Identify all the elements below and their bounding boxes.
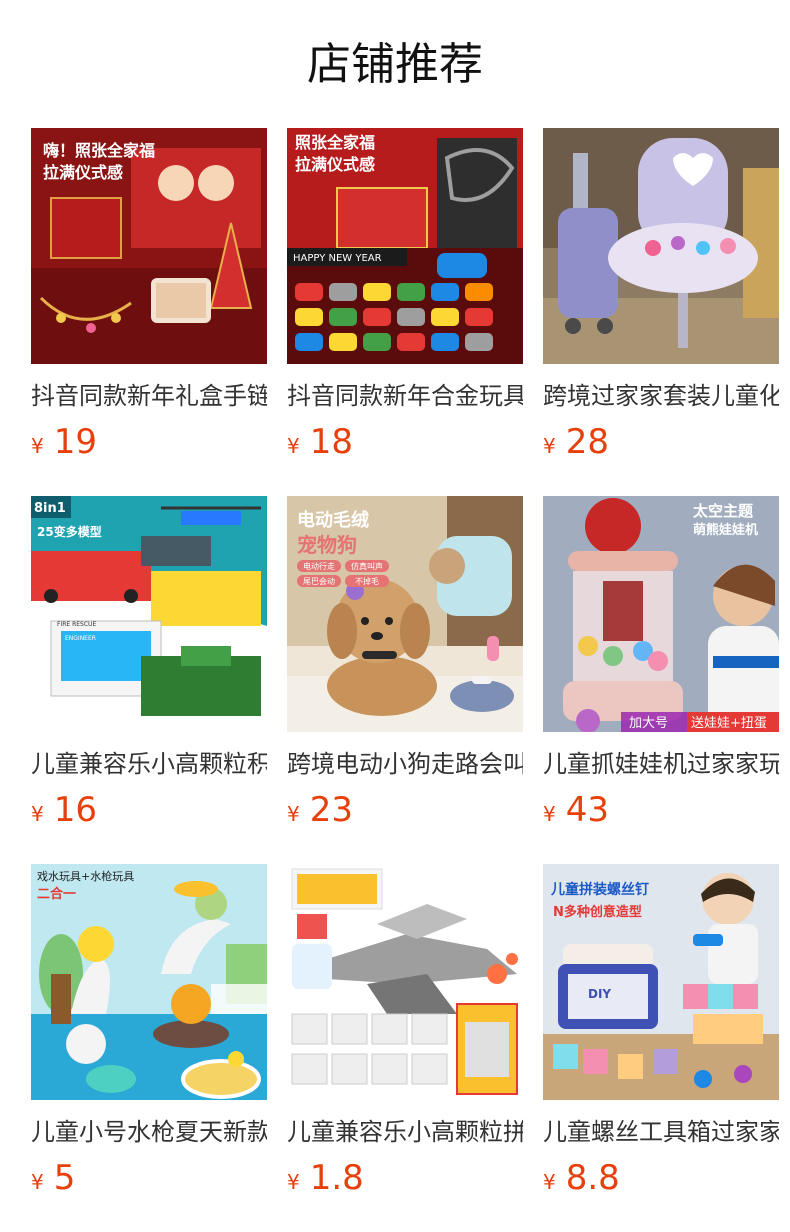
price-amount: 8.8 [565,1158,620,1198]
image-text: N多种创意造型 [553,904,642,920]
image-text: 太空主题 [693,502,754,520]
product-card[interactable]: 儿童拼装螺丝钉 N多种创意造型 DIY 儿童螺丝工具箱过家家 ¥ 8.8 [543,864,779,1232]
currency-symbol: ¥ [543,434,556,458]
product-price: ¥ 23 [287,790,523,830]
image-text: 宠物狗 [297,533,357,557]
image-text: ENGINEER [65,635,96,642]
currency-symbol: ¥ [287,1170,300,1194]
product-image[interactable]: 戏水玩具+水枪玩具 二合一 [31,864,267,1100]
product-image[interactable]: 儿童拼装螺丝钉 N多种创意造型 DIY [543,864,779,1100]
price-amount: 19 [53,422,97,462]
image-text: 嗨！照张全家福 [43,141,155,160]
product-card[interactable]: 太空主题 萌熊娃娃机 加大号 送娃娃+扭蛋 儿童抓娃娃机过家家玩具 ¥ 43 [543,496,779,864]
product-price: ¥ 5 [31,1158,267,1198]
product-image[interactable]: 8in1 25变多模型 FIRE RESCUE ENGINEER [31,496,267,732]
product-price: ¥ 18 [287,422,523,462]
product-name[interactable]: 抖音同款新年礼盒手链 [31,378,267,414]
water-toys-image: 戏水玩具+水枪玩具 二合一 [31,864,267,1100]
image-text: 加大号 [629,716,668,731]
product-name[interactable]: 儿童螺丝工具箱过家家 [543,1114,779,1150]
product-card[interactable]: 跨境过家家套装儿童化妆 ¥ 28 [543,128,779,496]
image-text: 送娃娃+扭蛋 [691,716,767,731]
product-price: ¥ 43 [543,790,779,830]
building-blocks-vehicles-image: 8in1 25变多模型 FIRE RESCUE ENGINEER [31,496,267,732]
currency-symbol: ¥ [31,1170,44,1194]
page-title: 店铺推荐 [307,39,483,90]
price-amount: 16 [53,790,97,830]
currency-symbol: ¥ [287,802,300,826]
product-name[interactable]: 儿童小号水枪夏天新款 [31,1114,267,1150]
product-name[interactable]: 跨境过家家套装儿童化妆 [543,378,779,414]
product-image[interactable]: 太空主题 萌熊娃娃机 加大号 送娃娃+扭蛋 [543,496,779,732]
image-text: 8in1 [34,501,66,516]
currency-symbol: ¥ [543,1170,556,1194]
product-grid: 嗨！照张全家福 拉满仪式感 抖音同款新年礼盒手链 ¥ 19 照张全家福 拉满仪式… [31,128,790,1232]
image-text: DIY [588,987,611,1001]
image-text: 二合一 [37,886,76,902]
product-image[interactable]: 照张全家福 拉满仪式感 HAPPY NEW YEAR [287,128,523,364]
price-amount: 18 [309,422,353,462]
screw-toolbox-image: 儿童拼装螺丝钉 N多种创意造型 DIY [543,864,779,1100]
product-image[interactable]: 嗨！照张全家福 拉满仪式感 [31,128,267,364]
image-text: 拉满仪式感 [43,163,123,182]
product-card[interactable]: 照张全家福 拉满仪式感 HAPPY NEW YEAR 抖音同款新年合金玩具车 ¥… [287,128,523,496]
image-text: 不掉毛 [355,576,379,586]
price-amount: 23 [309,790,353,830]
image-text: 25变多模型 [37,524,102,539]
product-card[interactable]: 儿童兼容乐小高颗粒拼装 ¥ 1.8 [287,864,523,1232]
image-text: 仿真叫声 [351,561,383,571]
product-name[interactable]: 抖音同款新年合金玩具车 [287,378,523,414]
price-amount: 1.8 [309,1158,364,1198]
product-name[interactable]: 儿童抓娃娃机过家家玩具 [543,746,779,782]
currency-symbol: ¥ [31,802,44,826]
product-name[interactable]: 跨境电动小狗走路会叫 [287,746,523,782]
product-name[interactable]: 儿童兼容乐小高颗粒拼装 [287,1114,523,1150]
product-price: ¥ 8.8 [543,1158,779,1198]
product-image[interactable]: 电动毛绒 宠物狗 电动行走 仿真叫声 尾巴会动 不掉毛 [287,496,523,732]
currency-symbol: ¥ [543,802,556,826]
product-image[interactable] [543,128,779,364]
image-text: 电动毛绒 [297,509,369,531]
plush-dog-image: 电动毛绒 宠物狗 电动行走 仿真叫声 尾巴会动 不掉毛 [287,496,523,732]
product-image[interactable] [287,864,523,1100]
image-text: 戏水玩具+水枪玩具 [37,869,134,883]
image-text: 儿童拼装螺丝钉 [550,881,649,898]
price-amount: 5 [53,1158,76,1198]
image-text: 尾巴会动 [303,576,335,586]
price-amount: 28 [565,422,609,462]
currency-symbol: ¥ [31,434,44,458]
product-card[interactable]: 8in1 25变多模型 FIRE RESCUE ENGINEER 儿童兼容乐小高… [31,496,267,864]
product-price: ¥ 28 [543,422,779,462]
claw-machine-image: 太空主题 萌熊娃娃机 加大号 送娃娃+扭蛋 [543,496,779,732]
product-price: ¥ 16 [31,790,267,830]
image-text: 拉满仪式感 [295,155,375,174]
spaceship-blocks-image [287,864,523,1100]
price-amount: 43 [565,790,609,830]
currency-symbol: ¥ [287,434,300,458]
product-card[interactable]: 戏水玩具+水枪玩具 二合一 儿童小号水枪夏天新款 ¥ 5 [31,864,267,1232]
makeup-suitcase-image [543,128,779,364]
image-text: HAPPY NEW YEAR [293,253,382,264]
image-text: 照张全家福 [295,133,375,152]
product-name[interactable]: 儿童兼容乐小高颗粒积木 [31,746,267,782]
product-price: ¥ 19 [31,422,267,462]
product-card[interactable]: 电动毛绒 宠物狗 电动行走 仿真叫声 尾巴会动 不掉毛 跨境电动小狗走路会叫 ¥… [287,496,523,864]
product-price: ¥ 1.8 [287,1158,523,1198]
product-card[interactable]: 嗨！照张全家福 拉满仪式感 抖音同款新年礼盒手链 ¥ 19 [31,128,267,496]
image-text: FIRE RESCUE [57,621,96,628]
image-text: 电动行走 [303,561,335,571]
jewelry-gift-box-image: 嗨！照张全家福 拉满仪式感 [31,128,267,364]
toy-cars-gift-box-image: 照张全家福 拉满仪式感 HAPPY NEW YEAR [287,128,523,364]
image-text: 萌熊娃娃机 [693,522,758,538]
